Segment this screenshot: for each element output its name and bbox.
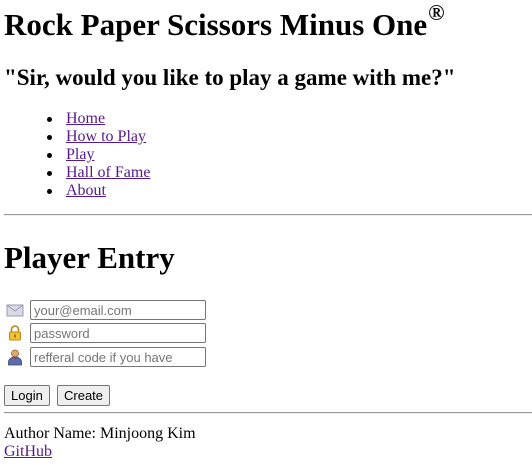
nav-item-how-to-play: How to Play xyxy=(46,128,150,146)
envelope-icon xyxy=(6,301,24,319)
section-title: Player Entry xyxy=(4,240,175,275)
referral-row xyxy=(6,347,206,367)
main-nav: Home How to Play Play Hall of Fame About xyxy=(0,110,150,200)
divider-bottom xyxy=(4,412,532,414)
nav-link-about[interactable]: About xyxy=(66,182,106,199)
registered-mark: ® xyxy=(428,0,445,25)
login-button[interactable]: Login xyxy=(4,385,50,406)
nav-link-how-to-play[interactable]: How to Play xyxy=(66,128,146,145)
password-field[interactable] xyxy=(30,323,206,343)
lock-icon xyxy=(6,324,24,342)
nav-link-home[interactable]: Home xyxy=(66,110,105,127)
tagline: "Sir, would you like to play a game with… xyxy=(4,65,456,90)
nav-item-hall-of-fame: Hall of Fame xyxy=(46,164,150,182)
divider-top xyxy=(4,214,532,216)
password-row xyxy=(6,323,206,343)
author-name: Author Name: Minjoong Kim xyxy=(4,425,196,442)
email-field[interactable] xyxy=(30,300,206,320)
site-title-text: Rock Paper Scissors Minus One xyxy=(4,7,428,42)
email-row xyxy=(6,300,206,320)
nav-link-play[interactable]: Play xyxy=(66,146,94,163)
person-icon xyxy=(6,348,24,366)
nav-item-play: Play xyxy=(46,146,150,164)
nav-item-about: About xyxy=(46,182,150,200)
github-link[interactable]: GitHub xyxy=(4,443,52,461)
nav-link-hall-of-fame[interactable]: Hall of Fame xyxy=(66,164,150,181)
referral-code-field[interactable] xyxy=(30,347,206,367)
nav-item-home: Home xyxy=(46,110,150,128)
site-title: Rock Paper Scissors Minus One® xyxy=(4,0,445,50)
create-button[interactable]: Create xyxy=(57,385,111,406)
